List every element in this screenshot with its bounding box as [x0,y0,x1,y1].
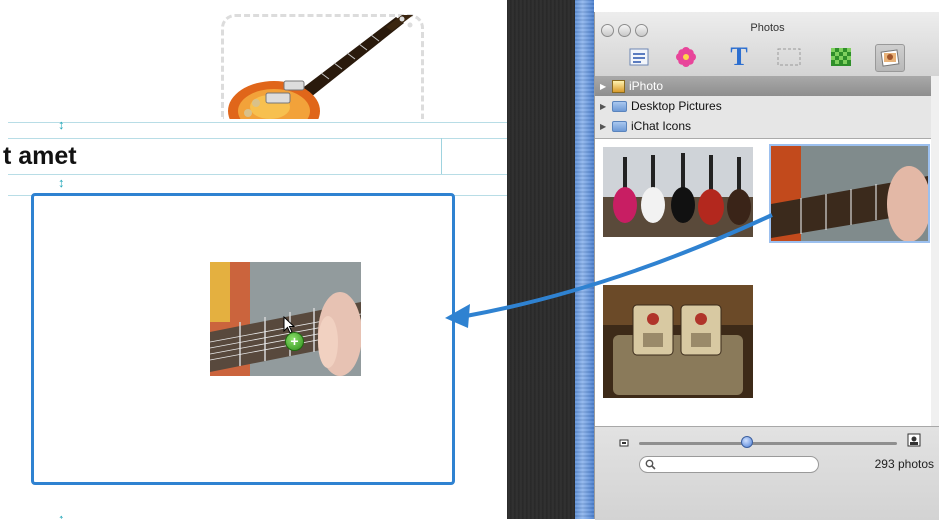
drag-direction-arrow [445,213,773,328]
